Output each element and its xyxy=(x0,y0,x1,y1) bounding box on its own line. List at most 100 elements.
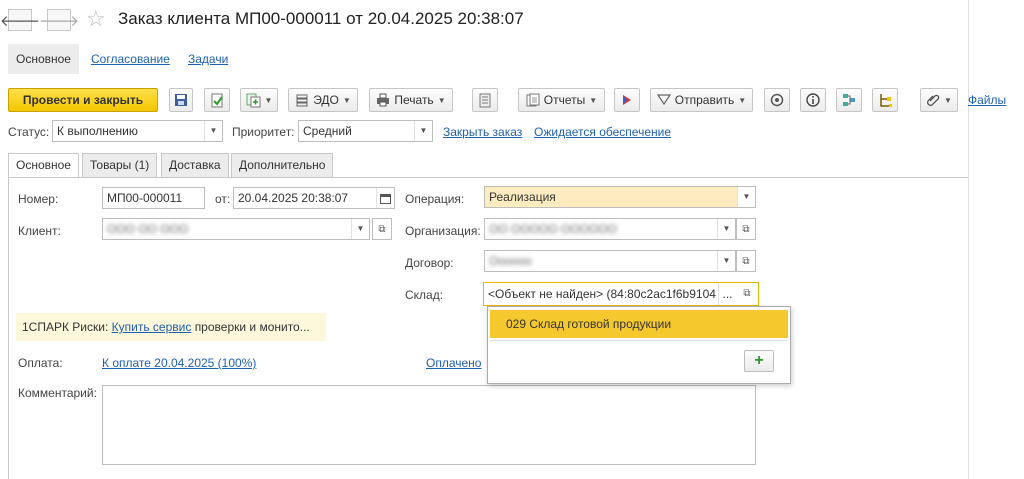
structure-hierarchy-button[interactable] xyxy=(836,88,862,112)
create-based-on-button[interactable]: ▼ xyxy=(240,88,278,112)
plus-icon: + xyxy=(754,352,764,369)
add-button[interactable]: + xyxy=(744,350,774,372)
calendar-icon[interactable] xyxy=(376,188,394,208)
support-button[interactable] xyxy=(764,88,790,112)
select-dots-button[interactable]: ... xyxy=(718,283,736,305)
edo-icon xyxy=(296,94,308,107)
warehouse-value: <Объект не найден> (84:80c2ac1f6b9104 xyxy=(488,287,716,301)
contract-field[interactable]: Оооооо ▼ xyxy=(484,250,736,272)
inner-tab-additional[interactable]: Дополнительно xyxy=(231,153,334,177)
create-based-icon xyxy=(246,93,261,107)
date-value: 20.04.2025 20:38:07 xyxy=(238,191,349,205)
dropdown-arrow-icon[interactable]: ▼ xyxy=(717,219,735,239)
number-value: МП00-000011 xyxy=(107,191,183,205)
contract-label: Договор: xyxy=(405,256,454,270)
send-label: Отправить xyxy=(674,93,735,107)
operation-select[interactable]: Реализация ▼ xyxy=(484,186,756,208)
dropdown-arrow-icon[interactable]: ▼ xyxy=(414,121,432,141)
structure-button[interactable] xyxy=(472,88,498,112)
date-from-label: от: xyxy=(215,192,231,206)
chevron-down-icon: ▼ xyxy=(944,95,952,105)
back-button[interactable]: 🡐 xyxy=(0,9,40,31)
status-select[interactable]: К выполнению ▼ xyxy=(52,120,223,142)
close-order-link[interactable]: Закрыть заказ xyxy=(443,125,522,139)
spark-buy-link[interactable]: Купить сервис xyxy=(112,320,192,334)
arrow-right-icon: 🡒 xyxy=(38,12,80,30)
dropdown-arrow-icon[interactable]: ▼ xyxy=(737,187,755,207)
edo-button[interactable]: ЭДО ▼ xyxy=(288,88,358,112)
dropdown-arrow-icon[interactable]: ▼ xyxy=(717,251,735,271)
reports-label: Отчеты xyxy=(543,93,586,107)
divider xyxy=(82,177,968,178)
payment-label: Оплата: xyxy=(18,356,63,370)
client-field[interactable]: ООО ОО ООО ▼ xyxy=(102,218,370,240)
tab-tasks[interactable]: Задачи xyxy=(188,44,228,74)
number-field[interactable]: МП00-000011 xyxy=(102,187,205,209)
tree-icon xyxy=(880,94,892,107)
open-contract-button[interactable]: ⧉ xyxy=(736,250,756,272)
spark-prefix: 1СПАРК Риски: xyxy=(22,320,109,334)
chevron-down-icon: ▼ xyxy=(589,95,598,105)
spark-banner: 1СПАРК Риски: Купить сервис проверки и м… xyxy=(16,313,326,341)
open-icon[interactable]: ⧉ xyxy=(738,283,756,305)
print-button[interactable]: Печать ▼ xyxy=(369,88,453,112)
subordination-button[interactable] xyxy=(872,88,898,112)
comment-textarea[interactable] xyxy=(102,385,756,465)
favorite-star-icon[interactable]: ☆ xyxy=(86,6,106,32)
operation-label: Операция: xyxy=(405,192,465,206)
post-and-close-button[interactable]: Провести и закрыть xyxy=(8,88,158,112)
client-label: Клиент: xyxy=(18,224,61,238)
priority-value: Средний xyxy=(303,124,352,138)
forward-button[interactable]: 🡒 xyxy=(39,9,79,31)
print-label: Печать xyxy=(394,93,434,107)
date-field[interactable]: 20.04.2025 20:38:07 xyxy=(233,187,395,209)
printer-icon xyxy=(377,93,390,107)
awaiting-supply-link[interactable]: Ожидается обеспечение xyxy=(534,125,671,139)
tab-approval[interactable]: Согласование xyxy=(91,44,170,74)
payment-link[interactable]: К оплате 20.04.2025 (100%) xyxy=(102,356,256,370)
window-title: Заказ клиента МП00-000011 от 20.04.2025 … xyxy=(118,9,524,28)
dropdown-item[interactable]: 029 Склад готовой продукции xyxy=(490,310,788,338)
dropdown-arrow-icon[interactable]: ▼ xyxy=(351,219,369,239)
priority-label: Приоритет: xyxy=(232,125,295,139)
warehouse-field[interactable]: <Объект не найден> (84:80c2ac1f6b9104 ..… xyxy=(483,282,759,306)
dropdown-arrow-icon[interactable]: ▼ xyxy=(204,121,222,141)
divider xyxy=(490,340,788,341)
warehouse-dropdown: 029 Склад готовой продукции + xyxy=(487,306,791,384)
tab-main[interactable]: Основное xyxy=(8,44,79,74)
priority-select[interactable]: Средний ▼ xyxy=(298,120,433,142)
hierarchy-icon xyxy=(843,94,855,106)
send-icon xyxy=(656,94,671,106)
warehouse-label: Склад: xyxy=(405,288,444,302)
number-label: Номер: xyxy=(18,192,59,206)
inner-tab-delivery[interactable]: Доставка xyxy=(161,153,229,177)
organization-field[interactable]: ОО ООООО ОООООО ▼ xyxy=(484,218,736,240)
post-button[interactable] xyxy=(204,88,230,112)
save-button[interactable] xyxy=(169,88,193,112)
chevron-down-icon: ▼ xyxy=(342,95,351,105)
open-icon: ⧉ xyxy=(742,223,750,235)
divider xyxy=(968,0,969,479)
reports-icon xyxy=(526,93,540,107)
related-button[interactable] xyxy=(614,88,640,112)
reports-button[interactable]: Отчеты ▼ xyxy=(518,88,605,112)
open-icon: ⧉ xyxy=(378,223,386,235)
chevron-down-icon: ▼ xyxy=(264,95,273,105)
chevron-down-icon: ▼ xyxy=(738,95,747,105)
organization-value: ОО ООООО ОООООО xyxy=(489,222,618,236)
inner-tab-goods[interactable]: Товары (1) xyxy=(82,153,158,177)
attach-button[interactable]: ▼ xyxy=(920,88,958,112)
paperclip-icon xyxy=(927,94,940,106)
send-button[interactable]: Отправить ▼ xyxy=(650,88,753,112)
arrow-left-icon: 🡐 xyxy=(0,12,41,30)
comment-label: Комментарий: xyxy=(18,386,97,400)
open-organization-button[interactable]: ⧉ xyxy=(736,218,756,240)
chevron-down-icon: ▼ xyxy=(437,95,446,105)
info-button[interactable] xyxy=(800,88,826,112)
paid-link[interactable]: Оплачено xyxy=(426,356,481,370)
client-value: ООО ОО ООО xyxy=(107,222,189,236)
inner-tab-main[interactable]: Основное xyxy=(8,153,79,178)
open-client-button[interactable]: ⧉ xyxy=(372,218,392,240)
files-link[interactable]: Файлы xyxy=(968,93,1006,107)
post-document-icon xyxy=(211,93,223,107)
